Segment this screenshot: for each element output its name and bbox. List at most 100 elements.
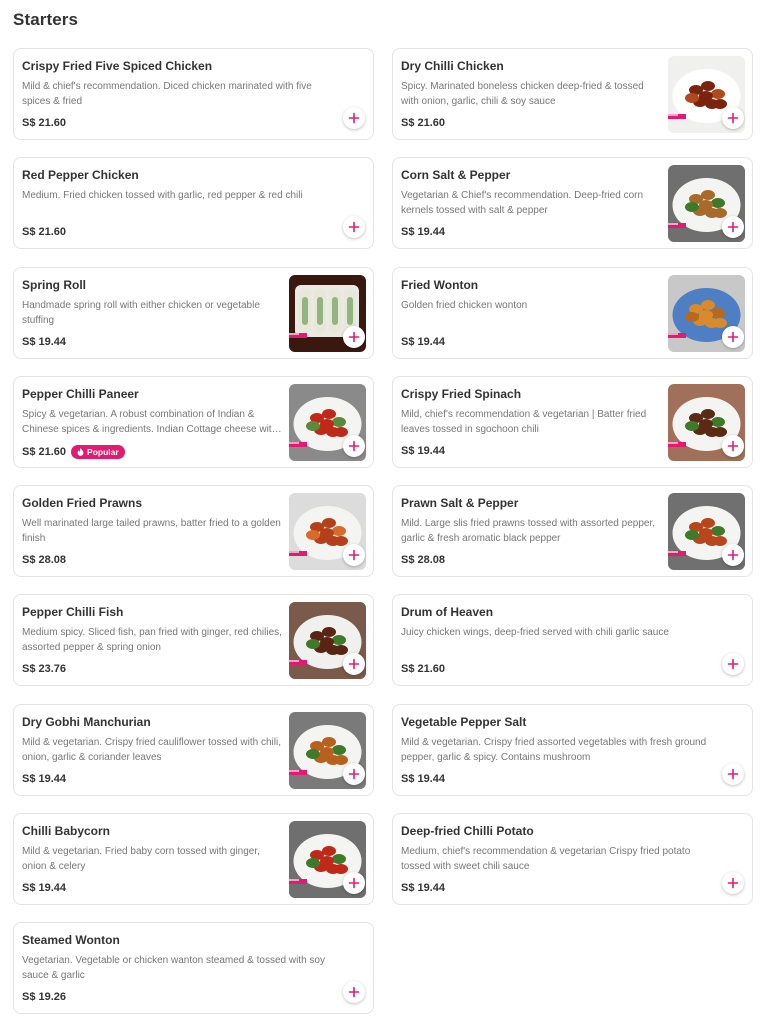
item-name: Golden Fried Prawns — [22, 496, 143, 510]
item-price-row: S$ 19.44 — [22, 773, 66, 785]
item-name: Chilli Babycorn — [22, 823, 111, 838]
plus-icon — [727, 549, 739, 561]
item-description: Medium, chief's recommendation & vegetar… — [401, 845, 691, 872]
item-price-row: S$ 19.26 — [22, 991, 66, 1003]
menu-item-card[interactable]: Deep-fried Chilli Potato Medium, chief's … — [392, 812, 753, 905]
item-price: S$ 19.26 — [22, 991, 67, 1003]
menu-item-card[interactable]: Golden Fried Prawns Well marinated large … — [13, 485, 374, 577]
plus-icon — [348, 877, 360, 889]
plus-icon — [727, 112, 739, 124]
add-item-button[interactable] — [722, 653, 744, 676]
item-price: S$ 21.60 — [22, 445, 67, 458]
item-name: Spring Roll — [22, 277, 86, 292]
menu-item-card[interactable]: Pepper Chilli Paneer Spicy & vegetarian. … — [13, 375, 374, 468]
menu-item-card[interactable]: Pepper Chilli Fish Medium spicy. Sliced f… — [13, 594, 374, 687]
add-item-button[interactable] — [343, 434, 365, 457]
plus-icon — [348, 112, 360, 124]
item-name: Dry Gobhi Manchurian — [22, 714, 151, 729]
item-description: Vegetarian. Vegetable or chicken wanton … — [22, 955, 325, 981]
add-item-button[interactable] — [722, 762, 744, 785]
add-item-button[interactable] — [343, 871, 365, 894]
item-name: Pepper Chilli Paneer — [22, 386, 139, 401]
item-price-row: S$ 21.60 Popular — [22, 444, 125, 459]
menu-item-card[interactable]: Drum of Heaven Juicy chicken wings, deep-… — [392, 594, 753, 687]
item-name: Corn Salt & Pepper — [401, 168, 511, 183]
item-name: Dry Chilli Chicken — [401, 59, 504, 73]
item-price-row: S$ 19.44 — [401, 882, 445, 894]
add-item-button[interactable] — [722, 325, 744, 348]
menu-item-card[interactable]: Dry Chilli Chicken Spicy. Marinated bonel… — [392, 48, 753, 140]
item-price: S$ 19.44 — [22, 881, 67, 894]
menu-item-card[interactable]: Dry Gobhi Manchurian Mild & vegetarian. C… — [13, 703, 374, 796]
add-item-button[interactable] — [343, 107, 365, 129]
plus-icon — [348, 986, 360, 998]
item-price-row: S$ 19.44 — [22, 882, 66, 894]
item-price: S$ 19.44 — [22, 772, 67, 785]
plus-icon — [348, 331, 360, 343]
menu-item-card[interactable]: Corn Salt & Pepper Vegetarian & Chief's r… — [392, 157, 753, 250]
item-price: S$ 23.76 — [22, 663, 67, 676]
item-description: Spicy & vegetarian. A robust combination… — [22, 408, 278, 435]
item-description: Mild & chief's recommendation. Diced chi… — [22, 81, 312, 107]
plus-icon — [348, 658, 360, 670]
item-description: Medium. Fried chicken tossed with garlic… — [22, 190, 303, 202]
add-item-button[interactable] — [722, 544, 744, 566]
item-name: Pepper Chilli Fish — [22, 605, 124, 620]
item-description: Mild & vegetarian. Crispy fried assorted… — [401, 736, 707, 763]
add-item-button[interactable] — [722, 871, 744, 894]
plus-icon — [727, 658, 739, 670]
menu-item-card[interactable]: Chilli Babycorn Mild & vegetarian. Fried … — [13, 812, 374, 905]
item-price: S$ 19.44 — [401, 881, 446, 894]
item-price-row: S$ 21.60 — [401, 663, 445, 675]
add-item-button[interactable] — [343, 762, 365, 785]
plus-icon — [727, 440, 739, 452]
menu-item-card[interactable]: Red Pepper Chicken Medium. Fried chicken … — [13, 157, 374, 250]
item-price: S$ 21.60 — [401, 663, 446, 676]
menu-item-card[interactable]: Prawn Salt & Pepper Mild. Large slis frie… — [392, 485, 753, 577]
item-price-row: S$ 21.60 — [22, 226, 66, 238]
popular-label: Popular — [87, 446, 119, 457]
menu-item-card[interactable]: Crispy Fried Five Spiced Chicken Mild & c… — [13, 48, 374, 140]
menu-item-card[interactable]: Vegetable Pepper Salt Mild & vegetarian. … — [392, 703, 753, 796]
item-price-row: S$ 19.44 — [401, 336, 445, 348]
item-price: S$ 19.44 — [401, 226, 446, 239]
item-price: S$ 21.60 — [22, 226, 67, 239]
plus-icon — [727, 331, 739, 343]
item-price-row: S$ 28.08 — [22, 554, 66, 566]
item-description: Mild & vegetarian. Fried baby corn tosse… — [22, 845, 260, 872]
item-description: Mild. Large slis fried prawns tossed wit… — [401, 518, 656, 544]
item-name: Crispy Fried Spinach — [401, 386, 522, 401]
menu-item-card[interactable]: Steamed Wonton Vegetarian. Vegetable or c… — [13, 922, 374, 1014]
item-price: S$ 28.08 — [22, 554, 67, 566]
add-item-button[interactable] — [343, 981, 365, 1003]
item-price-row: S$ 28.08 — [401, 554, 445, 566]
item-price-row: S$ 19.44 — [401, 773, 445, 785]
section-title: Starters — [13, 10, 79, 29]
plus-icon — [348, 221, 360, 233]
item-price-row: S$ 21.60 — [22, 117, 66, 129]
item-name: Crispy Fried Five Spiced Chicken — [22, 59, 213, 73]
menu-item-card[interactable]: Crispy Fried Spinach Mild, chief's recomm… — [392, 375, 753, 468]
add-item-button[interactable] — [722, 434, 744, 457]
item-name: Deep-fried Chilli Potato — [401, 823, 534, 838]
add-item-button[interactable] — [722, 107, 744, 129]
item-price: S$ 28.08 — [401, 554, 446, 566]
item-price-row: S$ 19.44 — [401, 226, 445, 238]
item-name: Red Pepper Chicken — [22, 168, 139, 183]
add-item-button[interactable] — [343, 544, 365, 566]
plus-icon — [727, 877, 739, 889]
plus-icon — [727, 221, 739, 233]
flame-icon — [77, 447, 84, 456]
item-price-row: S$ 19.44 — [401, 445, 445, 457]
item-name: Fried Wonton — [401, 277, 479, 292]
item-price-row: S$ 23.76 — [22, 663, 66, 675]
add-item-button[interactable] — [343, 216, 365, 239]
menu-item-card[interactable]: Spring Roll Handmade spring roll with eit… — [13, 266, 374, 359]
item-name: Vegetable Pepper Salt — [401, 714, 527, 729]
plus-icon — [348, 768, 360, 780]
item-description: Mild & vegetarian. Crispy fried cauliflo… — [22, 736, 281, 763]
menu-item-card[interactable]: Fried Wonton Golden fried chicken wonton S… — [392, 266, 753, 359]
add-item-button[interactable] — [343, 325, 365, 348]
item-price: S$ 19.44 — [401, 444, 446, 457]
item-description: Handmade spring roll with either chicken… — [22, 299, 260, 326]
